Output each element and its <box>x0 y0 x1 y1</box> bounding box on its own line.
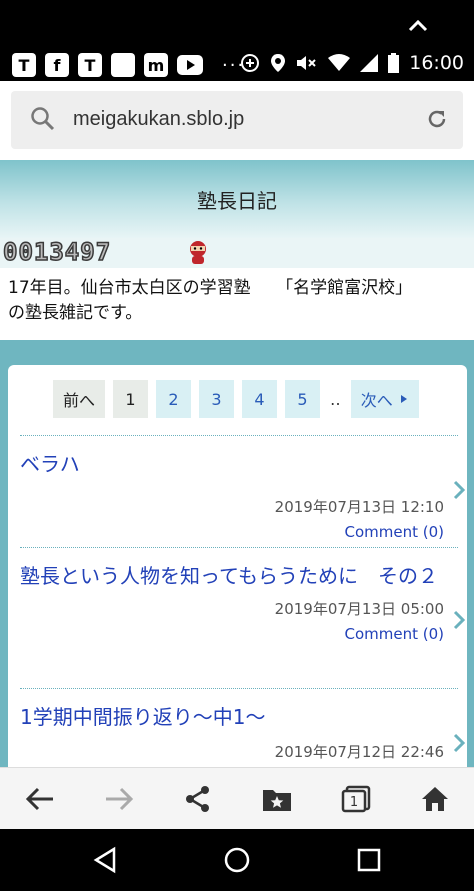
divider <box>20 547 458 548</box>
chevron-up-icon[interactable] <box>404 12 432 40</box>
chevron-right-icon[interactable] <box>452 609 466 631</box>
counter-row: 0013497 <box>0 237 474 268</box>
forward-button[interactable] <box>99 779 139 819</box>
pagination: 前へ 1 2 3 4 5 ‥ 次へ <box>53 380 419 418</box>
status-bar: T f T m ··· 16:00 <box>0 0 474 81</box>
search-icon <box>31 107 55 131</box>
list-item[interactable]: 塾長という人物を知ってもらうために その２ 2019年07月13日 05:00 … <box>20 547 466 643</box>
signal-icon <box>360 54 379 72</box>
bookmark-folder-icon <box>262 789 291 811</box>
page-2-link[interactable]: 2 <box>156 380 192 418</box>
next-page-label: 次へ <box>360 391 393 410</box>
location-icon <box>271 54 286 72</box>
chevron-right-icon[interactable] <box>452 479 466 501</box>
page-4-link[interactable]: 4 <box>242 380 278 418</box>
next-page-button[interactable]: 次へ <box>350 380 419 418</box>
divider <box>20 435 458 436</box>
entry-title[interactable]: ベラハ <box>20 448 458 480</box>
app-notification-icon: T <box>78 53 102 77</box>
arrow-right-icon <box>105 787 133 810</box>
page-5-link[interactable]: 5 <box>285 380 321 418</box>
ninja-mascot-icon <box>190 241 206 264</box>
back-triangle-icon[interactable] <box>92 846 118 874</box>
url-field[interactable]: meigakukan.sblo.jp <box>11 91 463 149</box>
page-3-link[interactable]: 3 <box>199 380 235 418</box>
home-circle-icon[interactable] <box>223 846 251 874</box>
notification-card-icon <box>111 53 135 77</box>
caret-right-icon <box>400 395 407 403</box>
description-line-2: の塾長雑記です。 <box>8 303 143 323</box>
web-page: 塾長日記 0013497 17年目。仙台市太白区の学習塾 「名学館富沢校」 の塾… <box>0 160 474 767</box>
description-line-1: 17年目。仙台市太白区の学習塾 「名学館富沢校」 <box>8 278 413 298</box>
data-saver-icon <box>241 54 260 72</box>
share-button[interactable] <box>178 779 218 819</box>
browser-toolbar: 1 <box>0 767 474 829</box>
page-1-current: 1 <box>113 380 149 418</box>
app-notification-icon: T <box>12 53 36 77</box>
tabs-icon: 1 <box>341 785 370 812</box>
address-bar: meigakukan.sblo.jp <box>0 81 474 160</box>
entry-date: 2019年07月13日 05:00 <box>274 600 444 618</box>
site-title[interactable]: 塾長日記 <box>197 185 277 214</box>
prev-page-button[interactable]: 前へ <box>53 380 106 418</box>
facebook-icon: f <box>45 53 69 77</box>
entries-card: 前へ 1 2 3 4 5 ‥ 次へ ベラハ 2019年07月13日 12:10 … <box>8 365 467 767</box>
entry-date: 2019年07月13日 12:10 <box>274 498 444 516</box>
arrow-left-icon <box>25 787 53 810</box>
app-notification-icon: m <box>144 53 168 77</box>
system-navigation-bar <box>0 829 474 891</box>
access-counter: 0013497 <box>2 237 112 267</box>
wifi-icon <box>328 54 351 71</box>
clock: 16:00 <box>409 52 464 74</box>
share-icon <box>185 785 209 812</box>
pagination-ellipsis: ‥ <box>330 389 341 409</box>
tabs-button[interactable]: 1 <box>336 779 376 819</box>
list-item[interactable]: 1学期中間振り返り～中1～ 2019年07月12日 22:46 <box>20 688 466 762</box>
site-description: 17年目。仙台市太白区の学習塾 「名学館富沢校」 の塾長雑記です。 <box>0 268 474 340</box>
site-header: 塾長日記 <box>0 160 474 238</box>
entry-comment-link[interactable]: Comment (0) <box>20 523 458 541</box>
url-text: meigakukan.sblo.jp <box>73 108 245 130</box>
divider <box>20 688 458 689</box>
entry-title[interactable]: 塾長という人物を知ってもらうために その２ <box>20 560 458 592</box>
entry-title[interactable]: 1学期中間振り返り～中1～ <box>20 701 458 733</box>
home-icon <box>421 786 448 811</box>
youtube-icon <box>177 55 203 75</box>
entry-date: 2019年07月12日 22:46 <box>274 743 444 761</box>
bookmarks-button[interactable] <box>257 779 297 819</box>
entry-comment-link[interactable]: Comment (0) <box>20 625 458 643</box>
back-button[interactable] <box>20 779 60 819</box>
recents-square-icon[interactable] <box>356 847 382 873</box>
list-item[interactable]: ベラハ 2019年07月13日 12:10 Comment (0) <box>20 435 466 541</box>
reload-icon[interactable] <box>425 107 449 131</box>
home-button[interactable] <box>415 779 455 819</box>
battery-icon <box>388 53 400 73</box>
chevron-right-icon[interactable] <box>452 732 466 754</box>
mute-icon <box>297 56 316 70</box>
svg-text:1: 1 <box>349 795 357 810</box>
